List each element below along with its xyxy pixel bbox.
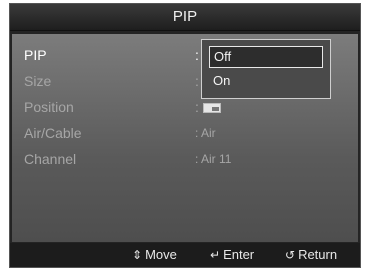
menu-title: PIP xyxy=(10,4,360,31)
pip-menu-screen: PIP PIP : Size : Position : Air/Cable : … xyxy=(9,3,361,268)
menu-row-value: : Air 11 xyxy=(195,152,232,166)
menu-row-value: : Air xyxy=(195,126,216,140)
footer-hints: ⇕ Move ↵ Enter ↺ Return xyxy=(10,243,360,267)
option-off[interactable]: Off xyxy=(209,46,323,68)
pip-position-icon xyxy=(202,103,221,114)
menu-row-value: : xyxy=(195,47,199,63)
menu-row-air-cable[interactable]: Air/Cable : Air xyxy=(18,122,348,144)
move-label: Move xyxy=(145,247,177,262)
menu-row-label: Air/Cable xyxy=(24,125,82,141)
menu-row-channel[interactable]: Channel : Air 11 xyxy=(18,148,348,170)
return-label: Return xyxy=(298,247,338,262)
up-down-arrows-icon: ⇕ xyxy=(132,248,143,262)
move-hint[interactable]: ⇕ Move xyxy=(132,243,177,267)
pip-options-popup: Off On xyxy=(201,39,331,99)
menu-row-position[interactable]: Position : xyxy=(18,96,348,118)
return-icon: ↺ xyxy=(285,248,296,262)
enter-label: Enter xyxy=(223,247,255,262)
menu-row-value: : xyxy=(195,73,199,89)
menu-row-colon: : xyxy=(195,99,199,115)
enter-hint[interactable]: ↵ Enter xyxy=(210,243,254,267)
menu-row-label: Position xyxy=(24,99,74,115)
menu-row-label: Channel xyxy=(24,151,77,167)
option-on[interactable]: On xyxy=(209,70,323,92)
enter-icon: ↵ xyxy=(210,248,221,262)
menu-row-value: : xyxy=(195,96,221,118)
menu-row-label: Size xyxy=(24,73,52,89)
menu-row-label: PIP xyxy=(24,47,47,63)
return-hint[interactable]: ↺ Return xyxy=(285,243,337,267)
